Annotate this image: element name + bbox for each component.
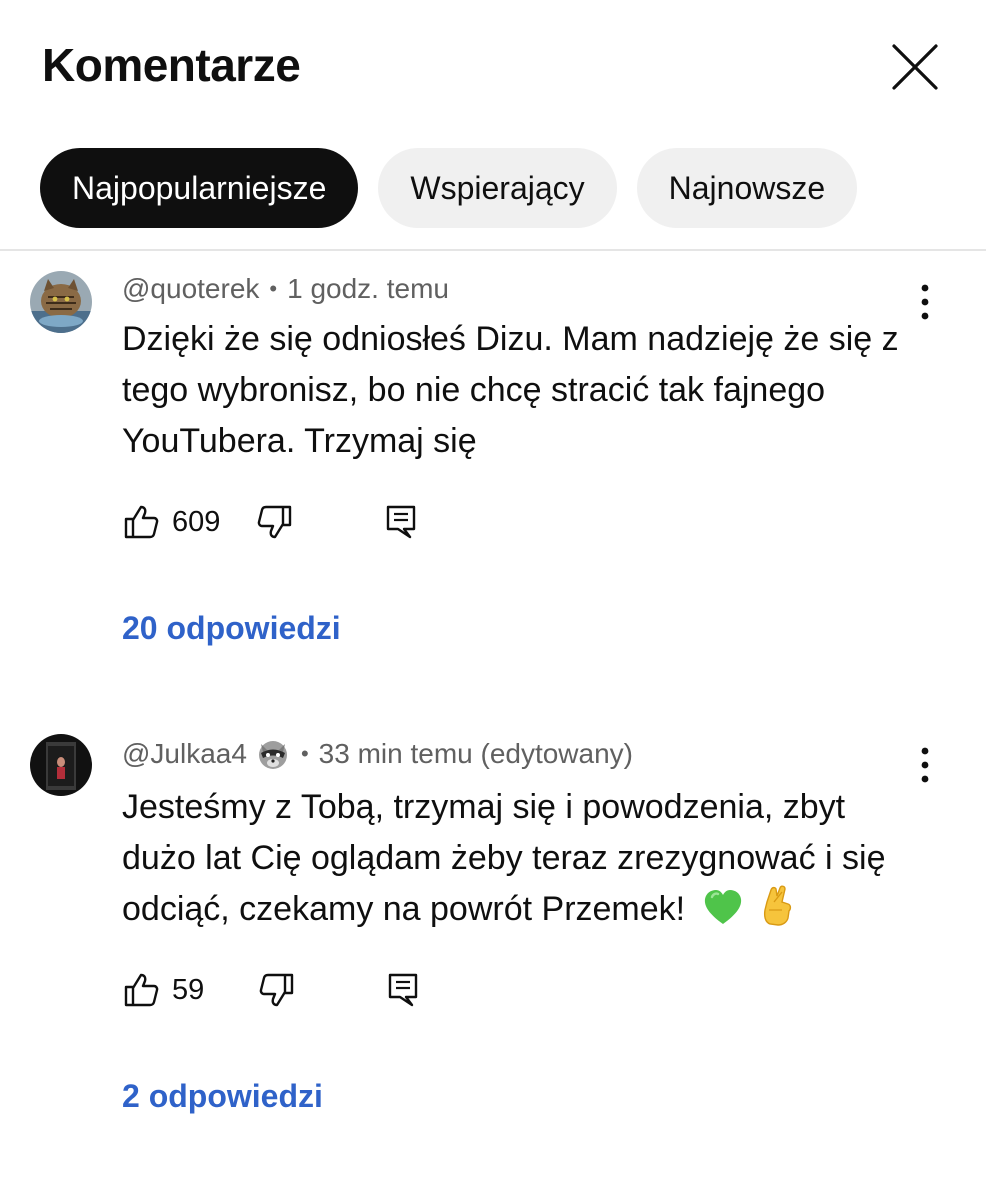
separator-dot: • <box>269 276 278 301</box>
dislike-button[interactable] <box>256 503 294 541</box>
avatar[interactable] <box>30 271 92 333</box>
green-heart-icon <box>703 888 743 941</box>
thumbs-up-icon <box>124 973 159 1007</box>
comment-time: 1 godz. temu <box>287 273 449 304</box>
comment-author[interactable]: @Julkaa4 <box>122 738 247 770</box>
thumbs-down-icon <box>259 973 294 1007</box>
comment-text: Dzięki że się odniosłeś Dizu. Mam nadzie… <box>122 320 899 460</box>
comment-actions: 59 <box>122 970 420 1010</box>
more-vert-icon <box>921 747 929 783</box>
reply-button[interactable] <box>384 503 418 541</box>
separator-dot: • <box>300 741 309 766</box>
reply-button[interactable] <box>386 971 420 1009</box>
close-icon <box>892 44 938 90</box>
comment-meta: @quoterek • 1 godz. temu <box>122 273 449 305</box>
dislike-button[interactable] <box>258 971 296 1009</box>
chip-most-popular[interactable]: Najpopularniejsze <box>40 148 359 228</box>
more-options-button[interactable] <box>910 743 940 787</box>
view-replies-link[interactable]: 2 odpowiedzi <box>122 1078 323 1115</box>
user-photo-avatar-icon <box>30 734 92 796</box>
like-button[interactable]: 609 <box>122 503 220 541</box>
page-title: Komentarze <box>42 39 301 91</box>
reply-comment-icon <box>389 973 418 1007</box>
comment-actions: 609 <box>122 502 418 542</box>
cat-avatar-icon <box>30 271 92 333</box>
thumbs-up-icon <box>124 505 159 539</box>
comment-meta: @Julkaa4 • 33 min temu (edytowany) <box>122 736 633 772</box>
like-count: 609 <box>172 505 221 538</box>
comment-author[interactable]: @quoterek <box>122 273 259 305</box>
chip-newest[interactable]: Najnowsze <box>636 148 858 228</box>
view-replies-link[interactable]: 20 odpowiedzi <box>122 610 341 647</box>
thumbs-down-icon <box>258 505 292 539</box>
chip-supporting[interactable]: Wspierający <box>378 148 617 228</box>
crossed-fingers-icon <box>760 884 796 941</box>
raccoon-badge-icon <box>255 736 291 772</box>
divider <box>0 249 986 251</box>
close-button[interactable] <box>888 40 942 94</box>
like-button[interactable]: 59 <box>122 971 204 1009</box>
comment-text: Jesteśmy z Tobą, trzymaj się i powodzeni… <box>122 782 922 941</box>
like-count: 59 <box>172 973 205 1006</box>
comments-header: Komentarze <box>0 0 986 130</box>
reply-comment-icon <box>387 505 416 539</box>
sort-filter-chips: Najpopularniejsze Wspierający Najnowsze <box>40 148 858 228</box>
comment-time: 33 min temu (edytowany) <box>318 738 633 769</box>
avatar[interactable] <box>30 734 92 796</box>
